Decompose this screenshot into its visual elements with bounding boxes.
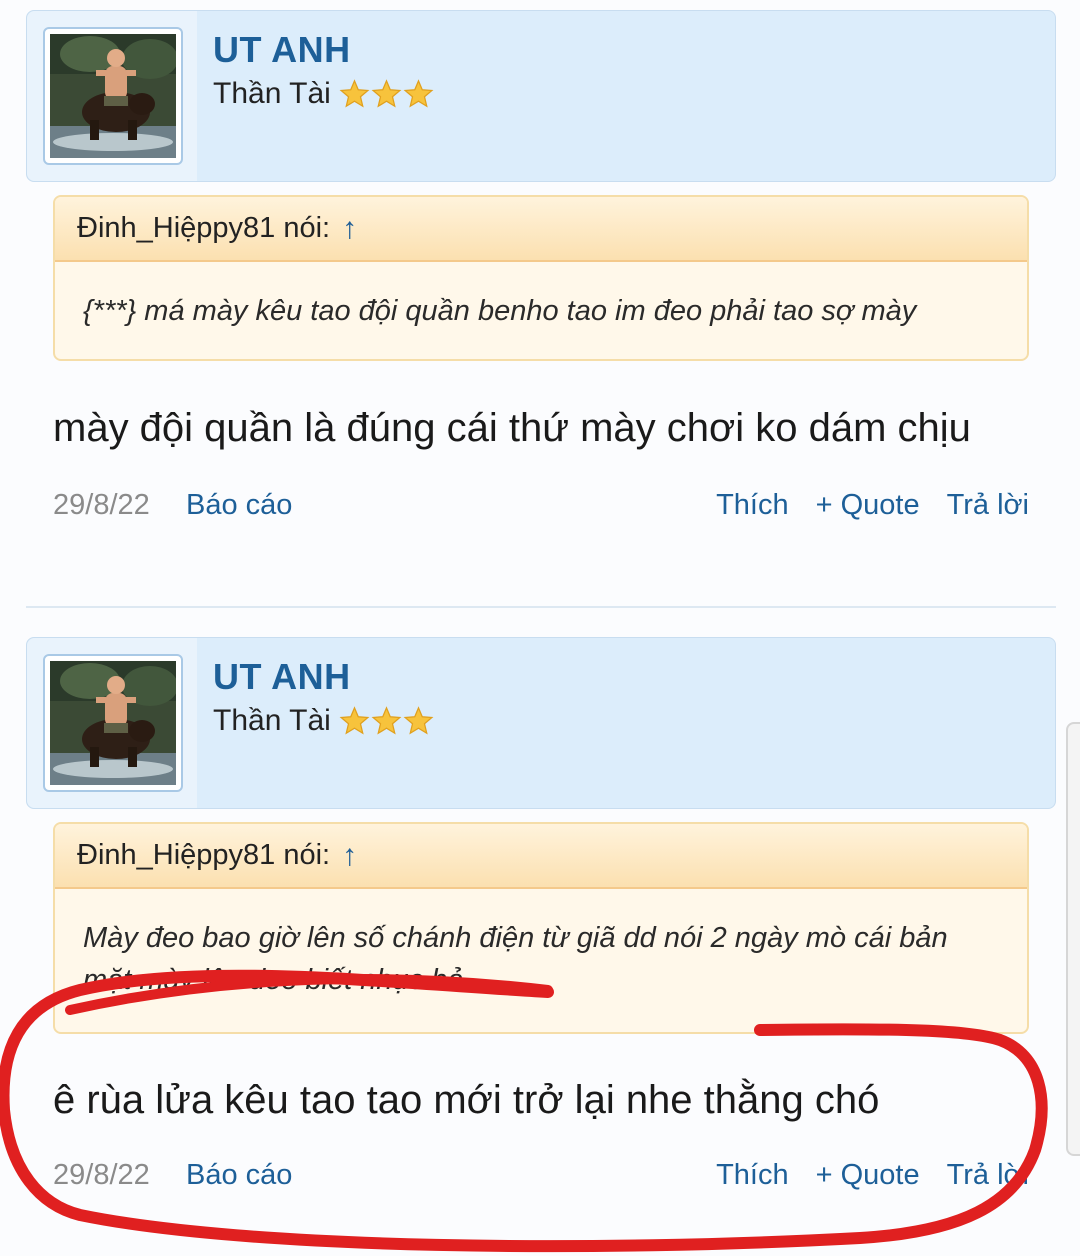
- arrow-up-icon[interactable]: ↑: [342, 839, 357, 873]
- quote-header: Đinh_Hiệppy81 nói: ↑: [55, 824, 1027, 889]
- user-rank: Thần Tài: [213, 77, 435, 111]
- star-icon: [403, 79, 434, 108]
- red-annotation-scribble: [0, 969, 1048, 1253]
- star-icon: [339, 706, 370, 735]
- user-info-card: UT ANH Thần Tài: [26, 637, 1056, 809]
- star-icon: [339, 79, 370, 108]
- reply-button[interactable]: Trả lời: [947, 489, 1029, 522]
- user-rank: Thần Tài: [213, 704, 435, 738]
- avatar-image: [50, 34, 176, 158]
- report-link[interactable]: Báo cáo: [186, 489, 292, 522]
- quote-header: Đinh_Hiệppy81 nói: ↑: [55, 197, 1027, 262]
- post-date[interactable]: 29/8/22: [53, 489, 150, 522]
- username[interactable]: UT ANH: [213, 29, 351, 71]
- like-button[interactable]: Thích: [716, 489, 789, 522]
- forum-thread: UT ANH Thần Tài Đinh_Hiệppy81 nói: ↑ {**…: [0, 0, 1080, 1256]
- like-button[interactable]: Thích: [716, 1159, 789, 1192]
- user-title: Thần Tài: [213, 77, 331, 110]
- quote-text: {***} má mày kêu tao đội quần benho tao …: [83, 295, 917, 327]
- star-icon: [371, 706, 402, 735]
- avatar-image: [50, 661, 176, 785]
- scrollbar[interactable]: [1066, 722, 1080, 1156]
- post-message: mày đội quần là đúng cái thứ mày chơi ko…: [53, 406, 971, 450]
- quote-author: Đinh_Hiệppy81 nói:: [77, 212, 331, 244]
- reply-button[interactable]: Trả lời: [947, 1159, 1029, 1192]
- rank-stars: [339, 706, 435, 736]
- quote-button[interactable]: + Quote: [816, 489, 920, 522]
- arrow-up-icon[interactable]: ↑: [342, 212, 357, 246]
- user-title: Thần Tài: [213, 704, 331, 737]
- avatar[interactable]: [43, 27, 183, 165]
- post-actions: Thích + Quote Trả lời: [689, 489, 1029, 522]
- quote-text: Mày đeo bao giờ lên số chánh điện từ giã…: [83, 922, 948, 996]
- post-divider: [26, 606, 1056, 608]
- star-icon: [403, 706, 434, 735]
- star-icon: [371, 79, 402, 108]
- avatar[interactable]: [43, 654, 183, 792]
- post-date[interactable]: 29/8/22: [53, 1159, 150, 1192]
- quote-block: Đinh_Hiệppy81 nói: ↑ {***} má mày kêu ta…: [53, 195, 1029, 361]
- post-footer: 29/8/22 Báo cáo Thích + Quote Trả lời: [53, 1159, 1029, 1199]
- quote-author: Đinh_Hiệppy81 nói:: [77, 839, 331, 871]
- report-link[interactable]: Báo cáo: [186, 1159, 292, 1192]
- post-actions: Thích + Quote Trả lời: [689, 1159, 1029, 1192]
- post-message: ê rùa lửa kêu tao tao mới trở lại nhe th…: [53, 1078, 880, 1122]
- username[interactable]: UT ANH: [213, 656, 351, 698]
- rank-stars: [339, 79, 435, 109]
- user-info-card: UT ANH Thần Tài: [26, 10, 1056, 182]
- post-footer: 29/8/22 Báo cáo Thích + Quote Trả lời: [53, 489, 1029, 529]
- quote-button[interactable]: + Quote: [816, 1159, 920, 1192]
- quote-block: Đinh_Hiệppy81 nói: ↑ Mày đeo bao giờ lên…: [53, 822, 1029, 1034]
